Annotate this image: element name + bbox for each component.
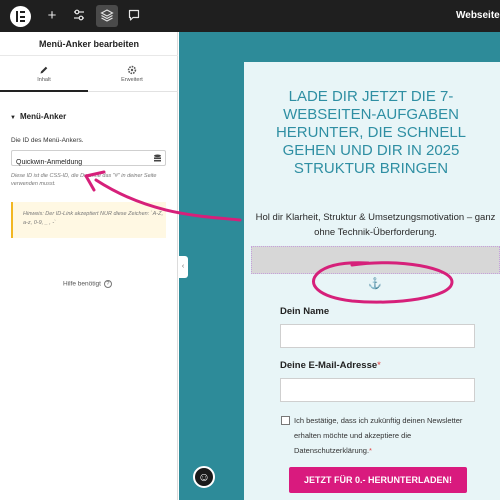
caret-down-icon: ▼ [10,115,16,121]
panel-collapse-handle[interactable]: ‹ [178,256,188,278]
page-subline: Hol dir Klarheit, Struktur & Umsetzungsm… [255,212,496,238]
required-mark: * [377,360,381,371]
email-label: Deine E-Mail-Adresse* [280,360,381,371]
anchor-help-text: Diese ID ist die CSS-ID, die Du ohne das… [11,173,157,187]
plus-icon[interactable]: + [41,5,63,27]
consent-text: Ich bestätige, dass ich zukünftig deinen… [294,416,463,455]
anchor-id-label: Die ID des Menü-Ankers. [11,137,84,144]
panel-tabs: Inhalt Erweitert [0,57,178,92]
pencil-icon [40,66,48,74]
page-headline: LADE DIR JETZT DIE 7-WEBSEITEN-AUFGABEN … [275,88,467,177]
required-mark-consent: * [369,446,372,455]
layers-icon[interactable] [96,5,118,27]
anchor-id-input[interactable] [12,155,144,170]
tab-content-label: Inhalt [37,77,51,83]
editor-panel: Menü-Anker bearbeiten Inhalt Erweitert ▼… [0,32,178,500]
dynamic-tags-icon[interactable] [153,154,162,163]
help-link-label: Hilfe benötigt [63,280,101,288]
site-title[interactable]: Webseite Q [456,10,500,21]
consent-checkbox[interactable] [281,416,290,425]
section-title: Menü-Anker [19,112,67,121]
anchor-id-field[interactable] [11,150,166,170]
email-input[interactable] [280,378,475,402]
notice-text: Hinweis: Der ID-Link akzeptiert NUR dies… [23,211,163,226]
anchor-icon: ⚓ [368,278,382,290]
panel-title: Menü-Anker bearbeiten [0,32,178,56]
section-toggle-menu-anchor[interactable]: ▼ Menü-Anker [10,112,66,121]
accessibility-icon[interactable]: ☺ [193,466,215,488]
name-label: Dein Name [280,306,330,317]
comment-icon[interactable] [123,5,145,27]
download-button[interactable]: JETZT FÜR 0.- HERUNTERLADEN! [289,467,467,493]
notice-box: Hinweis: Der ID-Link akzeptiert NUR dies… [11,202,166,238]
gear-icon [127,65,137,75]
top-bar: + Webseite Q [0,0,500,32]
question-icon: ? [103,280,112,288]
sliders-icon[interactable] [68,5,90,27]
tab-advanced-label: Erweitert [121,77,143,83]
help-link[interactable]: Hilfe benötigt? [63,280,112,288]
tab-advanced[interactable]: Erweitert [88,57,176,92]
elementor-logo-icon[interactable] [10,6,31,27]
menu-anchor-widget[interactable] [251,246,500,274]
name-input[interactable] [280,324,475,348]
tab-content[interactable]: Inhalt [0,57,88,92]
